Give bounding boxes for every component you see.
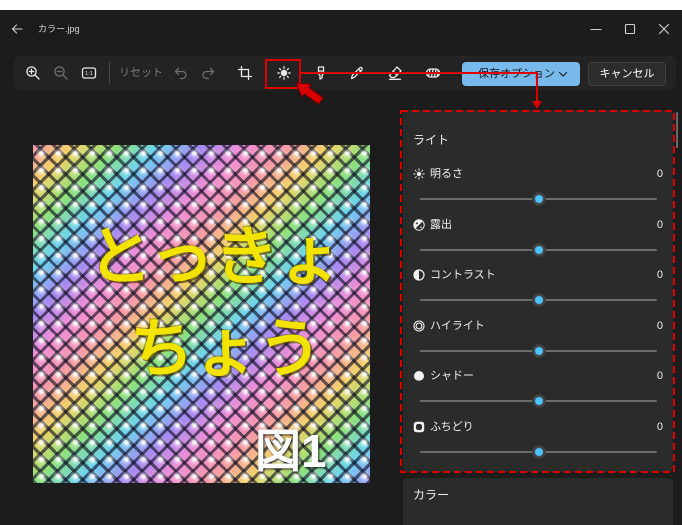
contrast-icon — [413, 269, 425, 281]
slider-row-highlights: ハイライト 0 — [403, 318, 673, 362]
brightness-value: 0 — [657, 167, 663, 181]
actual-size-label: 1:1 — [85, 71, 93, 77]
image-text-line1: とっきょ — [88, 221, 342, 293]
draw-icon[interactable] — [349, 65, 365, 81]
adjustment-icon[interactable] — [276, 65, 292, 81]
light-section-title: ライト — [413, 126, 449, 154]
zoom-out-icon[interactable] — [53, 65, 69, 81]
shadows-slider-thumb[interactable] — [532, 394, 546, 408]
exposure-icon — [413, 219, 425, 231]
slider-row-exposure: 露出 0 — [403, 217, 673, 261]
brightness-icon — [413, 168, 425, 180]
slider-row-brightness: 明るさ 0 — [403, 166, 673, 210]
exposure-slider-thumb[interactable] — [532, 243, 546, 257]
highlights-value: 0 — [657, 319, 663, 333]
close-icon[interactable] — [657, 22, 671, 36]
spot-fix-icon[interactable] — [387, 65, 403, 81]
figure-label: 図1 — [255, 425, 327, 477]
shadows-icon — [413, 370, 425, 382]
markup-icon[interactable] — [313, 65, 329, 81]
reset-button[interactable]: リセット — [119, 66, 163, 80]
slider-thumb-dot — [535, 246, 543, 254]
color-section-header[interactable]: カラー — [403, 478, 673, 525]
actual-size-icon[interactable]: 1:1 — [81, 65, 97, 81]
cancel-label: キャンセル — [589, 67, 665, 81]
shadows-value: 0 — [657, 369, 663, 383]
shadows-label: シャドー — [430, 369, 474, 383]
vignette-label: ふちどり — [430, 420, 474, 434]
vignette-value: 0 — [657, 420, 663, 434]
color-section-title: カラー — [413, 486, 449, 504]
contrast-slider-thumb[interactable] — [532, 293, 546, 307]
cancel-button[interactable]: キャンセル — [588, 62, 666, 86]
image-text-line2: ちょう — [130, 313, 322, 385]
vignette-slider-thumb[interactable] — [532, 445, 546, 459]
exposure-value: 0 — [657, 218, 663, 232]
zoom-in-icon[interactable] — [25, 65, 41, 81]
highlights-slider-thumb[interactable] — [532, 344, 546, 358]
slider-thumb-dot — [535, 448, 543, 456]
back-arrow-icon[interactable] — [10, 22, 24, 36]
vignette-icon — [413, 421, 425, 433]
brightness-label: 明るさ — [430, 167, 463, 181]
exposure-label: 露出 — [430, 218, 452, 232]
brightness-slider-thumb[interactable] — [532, 192, 546, 206]
slider-thumb-dot — [535, 195, 543, 203]
highlights-icon — [413, 320, 425, 332]
slider-row-contrast: コントラスト 0 — [403, 267, 673, 311]
highlights-label: ハイライト — [430, 319, 485, 333]
light-section-header[interactable]: ライト — [403, 126, 673, 154]
slider-thumb-dot — [535, 397, 543, 405]
save-options-label: 保存オプション — [478, 67, 555, 81]
contrast-value: 0 — [657, 268, 663, 282]
undo-icon[interactable] — [173, 65, 189, 81]
minimize-icon[interactable] — [589, 22, 603, 36]
maximize-icon[interactable] — [623, 22, 637, 36]
filter-icon[interactable] — [425, 65, 441, 81]
toolbar-separator — [109, 62, 110, 84]
slider-thumb-dot — [535, 296, 543, 304]
crop-icon[interactable] — [237, 65, 253, 81]
panel-scrollbar[interactable] — [676, 112, 678, 148]
contrast-label: コントラスト — [430, 268, 496, 282]
image-preview: とっきょ ちょう 図1 — [33, 145, 370, 483]
slider-row-shadows: シャドー 0 — [403, 368, 673, 412]
slider-row-vignette: ふちどり 0 — [403, 419, 673, 463]
redo-icon[interactable] — [200, 65, 216, 81]
slider-thumb-dot — [535, 347, 543, 355]
window-title: カラー.jpg — [38, 23, 80, 35]
chevron-down-icon — [558, 69, 568, 79]
save-options-button[interactable]: 保存オプション — [462, 62, 580, 86]
